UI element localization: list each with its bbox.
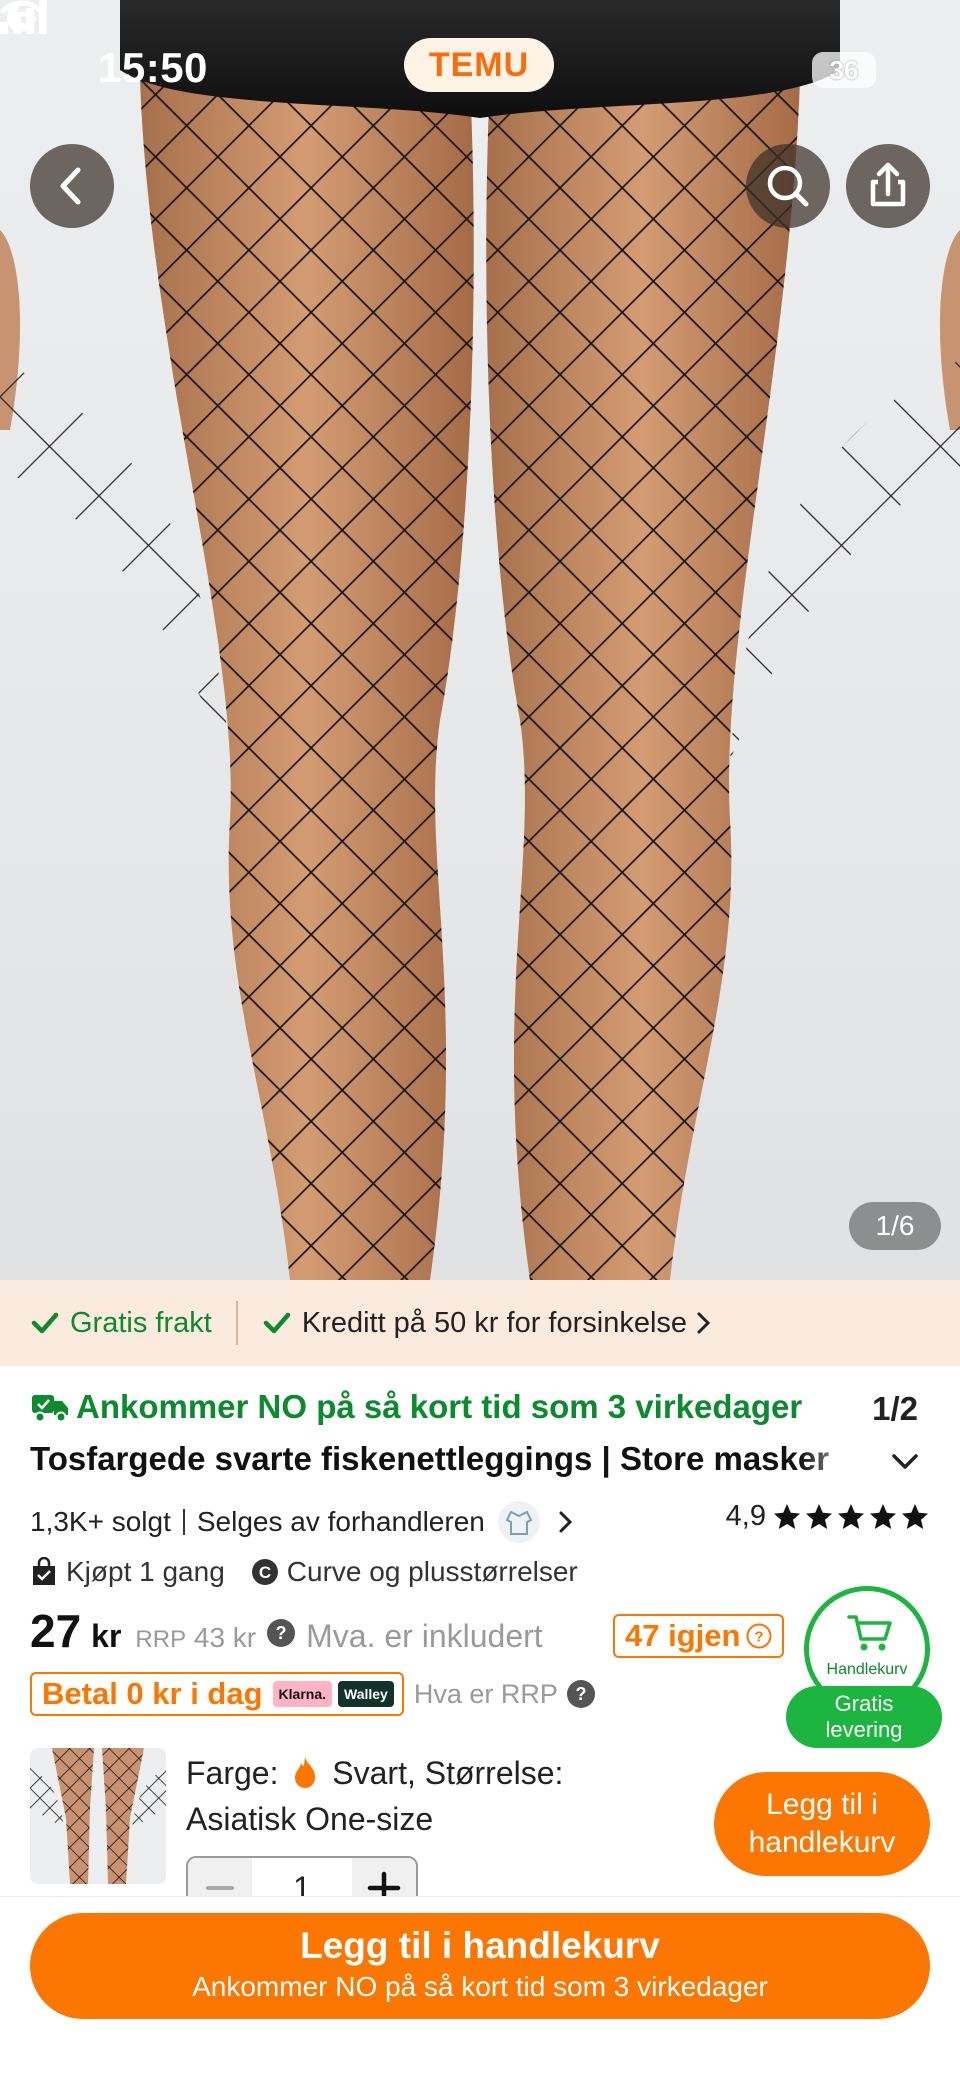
payment-row: Betal 0 kr i dag Klarna. Walley Hva er R… [30, 1672, 596, 1716]
question-icon: ? [746, 1623, 772, 1649]
variant-thumbnail[interactable] [30, 1748, 166, 1884]
seller-label: Selges av forhandleren [196, 1506, 485, 1537]
stock-badge[interactable]: 47 igjen ? [613, 1614, 785, 1658]
star-icon [870, 1503, 896, 1529]
status-time: 15:50 [98, 44, 208, 91]
seller-avatar-icon [497, 1501, 540, 1543]
product-title: Tosfargede svarte fiskenettleggings | St… [30, 1440, 830, 1477]
question-icon[interactable]: ? [266, 1618, 296, 1648]
price-amount: 27 [30, 1605, 82, 1657]
meta-divider [182, 1509, 185, 1535]
svg-text:?: ? [575, 1684, 586, 1704]
star-icon [902, 1503, 928, 1529]
bought-row: Kjøpt 1 gang C Curve og plusstørrelser [30, 1556, 578, 1588]
check-icon [31, 1312, 59, 1334]
cart-fab-label: Handlekurv [826, 1661, 908, 1678]
bought-count: Kjøpt 1 gang [66, 1556, 225, 1587]
wifi-icon [0, 0, 44, 32]
rrp-price: RRP 43 kr [135, 1622, 256, 1654]
add-small-line2: handlekurv [748, 1826, 896, 1859]
free-shipping-label: Gratis frakt [70, 1306, 212, 1339]
vat-note: Mva. er inkludert [306, 1618, 543, 1654]
variant-image [30, 1748, 166, 1884]
star-icon [806, 1503, 832, 1529]
delivery-page-indicator: 1/2 [872, 1390, 918, 1427]
svg-text:?: ? [755, 1629, 764, 1646]
star-icon [838, 1503, 864, 1529]
chevron-right-icon [559, 1511, 572, 1533]
curve-badge-icon: C [251, 1559, 278, 1585]
chevron-down-icon[interactable] [888, 1450, 922, 1474]
truck-icon [32, 1395, 68, 1423]
product-meta[interactable]: 1,3K+ solgt Selges av forhandleren [30, 1500, 575, 1544]
free-delivery-line1: Gratis [834, 1691, 894, 1716]
sold-count: 1,3K+ solgt [30, 1506, 171, 1537]
rating[interactable]: 4,9 [726, 1500, 930, 1533]
delivery-text: Ankommer NO på så kort tid som 3 virkeda… [76, 1388, 803, 1425]
price-currency: kr [91, 1618, 122, 1654]
title-fade [800, 1436, 890, 1484]
svg-text:?: ? [276, 1623, 287, 1643]
back-button[interactable] [30, 144, 114, 228]
variant-selection[interactable]: Farge: Svart, Størrelse: Asiatisk One-si… [186, 1750, 646, 1842]
delivery-promise[interactable]: Ankommer NO på så kort tid som 3 virkeda… [30, 1388, 802, 1426]
image-counter: 1/6 [849, 1202, 941, 1250]
rrp-label: RRP [135, 1626, 187, 1653]
svg-text:C: C [259, 1563, 271, 1582]
check-icon [263, 1312, 291, 1334]
stock-text: 47 igjen [625, 1618, 741, 1653]
share-icon [870, 162, 906, 207]
add-to-cart-title: Legg til i handlekurv [300, 1925, 660, 1966]
credit-benefit[interactable]: Kreditt på 50 kr for forsinkelse [262, 1307, 713, 1340]
rating-stars [770, 1502, 930, 1532]
share-button[interactable] [846, 144, 930, 228]
battery-indicator: 36 [812, 52, 876, 88]
color-label: Farge: [186, 1755, 279, 1791]
free-delivery-badge: Gratis levering [786, 1686, 942, 1748]
add-to-cart-small-button[interactable]: Legg til i handlekurv [714, 1772, 930, 1876]
rrp-info-link[interactable]: Hva er RRP [414, 1679, 558, 1710]
pay-later-badge[interactable]: Betal 0 kr i dag Klarna. Walley [30, 1672, 404, 1716]
search-button[interactable] [746, 144, 830, 228]
size-tag: Curve og plusstørrelser [286, 1556, 578, 1587]
chevron-right-icon [697, 1312, 711, 1334]
color-value: Svart, [332, 1755, 416, 1791]
add-to-cart-subtitle: Ankommer NO på så kort tid som 3 virkeda… [192, 1971, 768, 2002]
cart-icon [847, 1615, 892, 1651]
free-delivery-line2: levering [825, 1717, 903, 1742]
question-icon[interactable]: ? [566, 1679, 596, 1709]
app-pill[interactable]: TEMU [404, 38, 554, 92]
size-value: Asiatisk One-size [186, 1801, 434, 1837]
product-image-gallery[interactable]: 15:50 TEMU 36 1/6 [0, 0, 960, 1280]
search-icon [767, 165, 809, 207]
add-to-cart-button[interactable]: Legg til i handlekurv Ankommer NO på så … [30, 1913, 930, 2019]
shopping-bag-icon [33, 1557, 55, 1585]
rating-value: 4,9 [725, 1500, 766, 1532]
bottom-action-bar: Legg til i handlekurv Ankommer NO på så … [0, 1896, 960, 2081]
benefits-divider [235, 1301, 238, 1345]
fire-icon [295, 1757, 316, 1788]
free-shipping-benefit: Gratis frakt [30, 1307, 212, 1340]
walley-logo: Walley [338, 1681, 394, 1707]
star-icon [774, 1503, 800, 1529]
credit-label: Kreditt på 50 kr for forsinkelse [301, 1306, 688, 1339]
price-row: 27 kr RRP 43 kr ? Mva. er inkludert [30, 1604, 543, 1658]
rrp-value: 43 kr [193, 1622, 257, 1653]
chevron-left-icon [60, 167, 81, 205]
benefits-bar[interactable]: Gratis frakt Kreditt på 50 kr for forsin… [0, 1280, 960, 1366]
klarna-logo: Klarna. [272, 1681, 332, 1707]
size-label: Størrelse: [424, 1755, 564, 1791]
add-small-line1: Legg til i [766, 1788, 878, 1821]
pay-later-text: Betal 0 kr i dag [42, 1676, 263, 1711]
